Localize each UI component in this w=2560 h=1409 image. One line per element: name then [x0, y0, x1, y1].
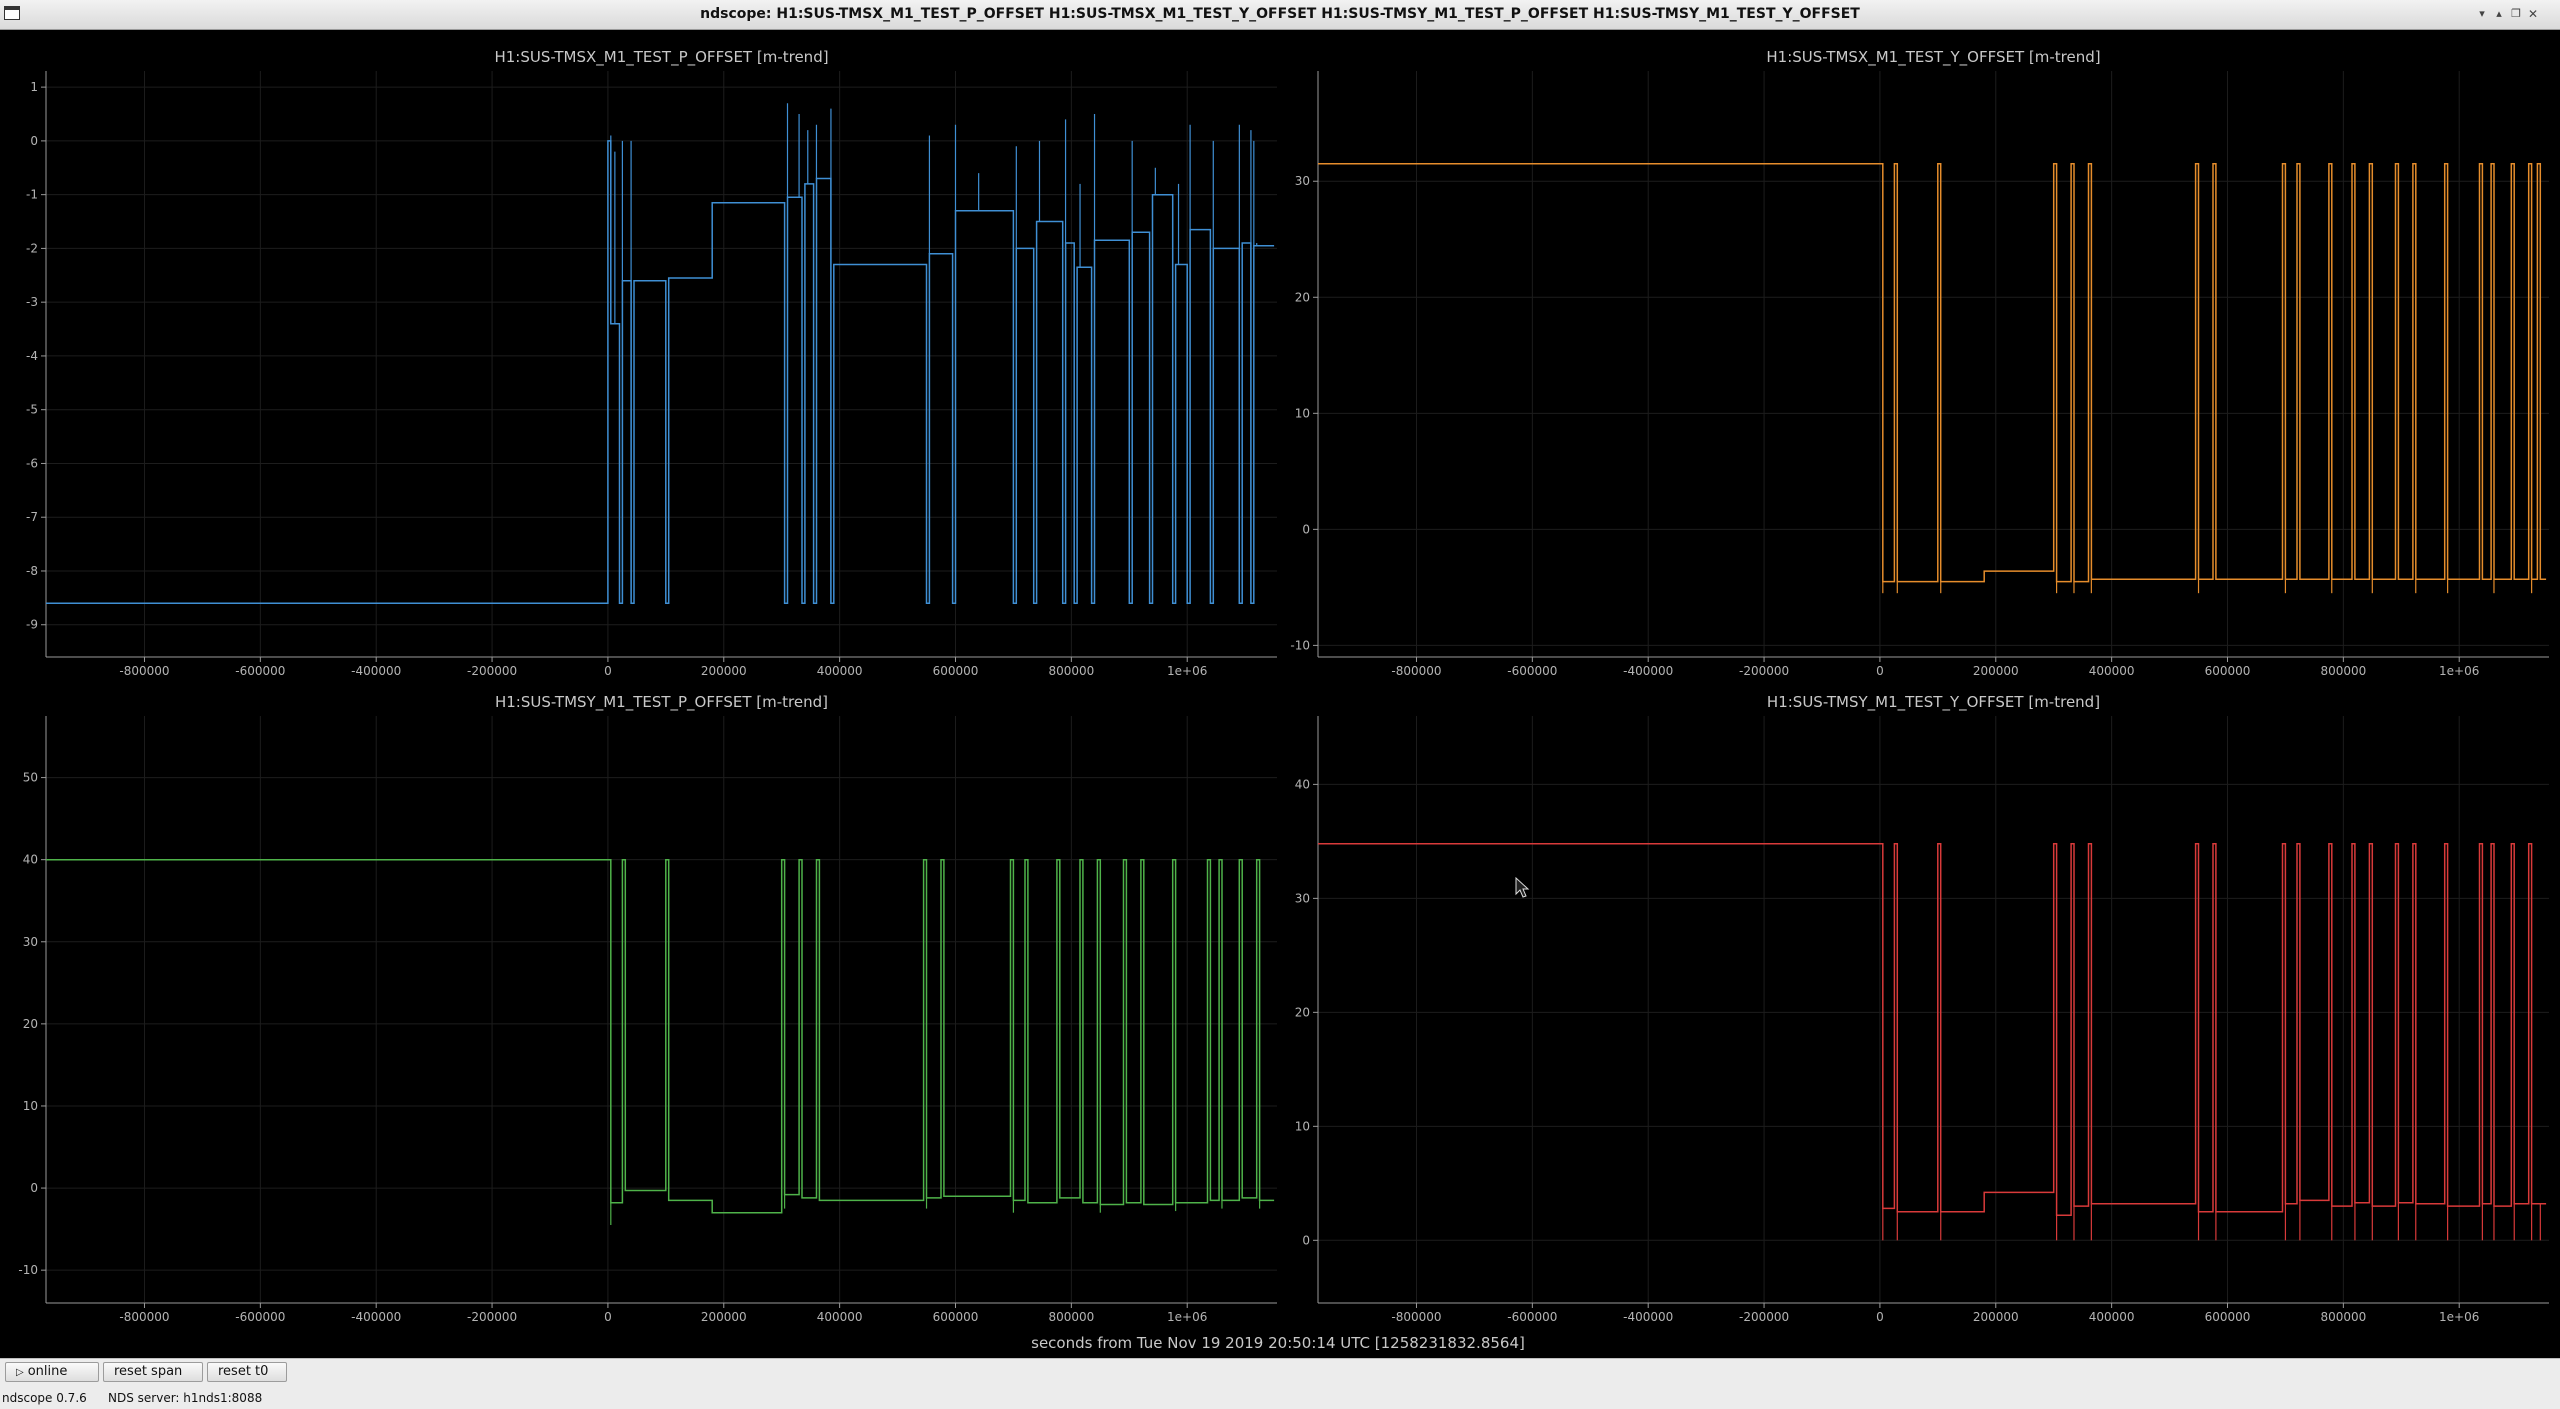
y-tick-label: -10	[1290, 638, 1310, 652]
x-axis-caption: seconds from Tue Nov 19 2019 20:50:14 UT…	[1031, 1334, 1525, 1352]
x-tick-label: 200000	[1973, 1310, 2019, 1324]
x-tick-label: -200000	[467, 1310, 517, 1324]
reset-span-button[interactable]: reset span	[103, 1362, 203, 1382]
y-tick-label: -2	[26, 241, 38, 255]
x-tick-label: -400000	[1623, 664, 1673, 678]
y-tick-label: 0	[30, 1181, 38, 1195]
y-tick-label: -1	[26, 188, 38, 202]
restore-icon[interactable]: ❐	[2509, 7, 2523, 21]
reset-t0-button[interactable]: reset t0	[207, 1362, 287, 1382]
y-tick-label: 20	[1295, 290, 1310, 304]
y-tick-label: 30	[23, 935, 38, 949]
x-tick-label: -600000	[235, 1310, 285, 1324]
x-tick-label: 1e+06	[2439, 664, 2479, 678]
x-tick-label: 800000	[2320, 1310, 2366, 1324]
x-tick-label: 0	[1876, 664, 1884, 678]
series-trace	[1318, 163, 2547, 583]
y-tick-label: 30	[1295, 174, 1310, 188]
x-tick-label: 400000	[2089, 1310, 2135, 1324]
x-tick-label: -400000	[1623, 1310, 1673, 1324]
y-tick-label: -10	[18, 1263, 38, 1277]
window-title: ndscope: H1:SUS-TMSX_M1_TEST_P_OFFSET H1…	[700, 6, 1860, 22]
x-tick-label: -800000	[119, 664, 169, 678]
x-tick-label: 1e+06	[1167, 664, 1207, 678]
online-button-label: online	[27, 1364, 68, 1379]
plot-title: H1:SUS-TMSY_M1_TEST_Y_OFFSET [m-trend]	[1767, 693, 2100, 712]
x-tick-label: -800000	[1391, 664, 1441, 678]
y-tick-label: -3	[26, 295, 38, 309]
y-tick-label: 20	[1295, 1005, 1310, 1019]
series-trace	[1318, 842, 2547, 1216]
plot-tmsy-p-offset[interactable]: H1:SUS-TMSY_M1_TEST_P_OFFSET [m-trend] -8…	[18, 693, 1277, 1324]
y-tick-label: -6	[26, 456, 38, 470]
x-tick-label: 200000	[701, 664, 747, 678]
x-tick-label: 1e+06	[1167, 1310, 1207, 1324]
y-tick-label: 10	[1295, 406, 1310, 420]
x-tick-label: -800000	[1391, 1310, 1441, 1324]
y-tick-label: -7	[26, 510, 38, 524]
x-tick-label: 600000	[933, 1310, 979, 1324]
y-tick-label: 30	[1295, 891, 1310, 905]
window-titlebar[interactable]: ndscope: H1:SUS-TMSX_M1_TEST_P_OFFSET H1…	[0, 0, 2560, 30]
y-tick-label: 1	[30, 80, 38, 94]
x-tick-label: 0	[1876, 1310, 1884, 1324]
x-tick-label: -200000	[467, 664, 517, 678]
y-tick-label: -8	[26, 564, 38, 578]
y-tick-label: 10	[1295, 1119, 1310, 1133]
y-tick-label: 40	[23, 853, 38, 867]
x-tick-label: -400000	[351, 1310, 401, 1324]
y-tick-label: 0	[1302, 1233, 1310, 1247]
x-tick-label: 1e+06	[2439, 1310, 2479, 1324]
x-tick-label: 600000	[2205, 664, 2251, 678]
x-tick-label: 400000	[817, 664, 863, 678]
x-tick-label: -600000	[1507, 1310, 1557, 1324]
close-icon[interactable]: ✕	[2526, 7, 2540, 21]
y-tick-label: 0	[1302, 522, 1310, 536]
plot-tmsy-y-offset[interactable]: H1:SUS-TMSY_M1_TEST_Y_OFFSET [m-trend] -8…	[1295, 693, 2549, 1324]
series-trace	[46, 858, 1275, 1214]
plot-tmsx-p-offset[interactable]: H1:SUS-TMSX_M1_TEST_P_OFFSET [m-trend] -8…	[26, 48, 1277, 678]
x-tick-label: 800000	[2320, 664, 2366, 678]
y-tick-label: -4	[26, 349, 38, 363]
x-tick-label: 0	[604, 1310, 612, 1324]
play-icon: ▷	[16, 1367, 24, 1378]
minimize-icon[interactable]: ▾	[2475, 7, 2489, 21]
y-tick-label: 40	[1295, 777, 1310, 791]
plot-title: H1:SUS-TMSX_M1_TEST_Y_OFFSET [m-trend]	[1766, 48, 2100, 67]
plot-title: H1:SUS-TMSY_M1_TEST_P_OFFSET [m-trend]	[495, 693, 828, 712]
plot-tmsx-y-offset[interactable]: H1:SUS-TMSX_M1_TEST_Y_OFFSET [m-trend] -8…	[1290, 48, 2549, 678]
x-tick-label: 200000	[1973, 664, 2019, 678]
x-tick-label: 600000	[933, 664, 979, 678]
maximize-icon[interactable]: ▴	[2492, 7, 2506, 21]
x-tick-label: -200000	[1739, 664, 1789, 678]
version-label: ndscope 0.7.6	[2, 1391, 87, 1405]
y-tick-label: -9	[26, 618, 38, 632]
mouse-pointer-icon	[1515, 877, 1530, 898]
x-tick-label: 400000	[817, 1310, 863, 1324]
x-tick-label: -400000	[351, 664, 401, 678]
x-tick-label: -800000	[119, 1310, 169, 1324]
y-tick-label: 20	[23, 1017, 38, 1031]
x-tick-label: 200000	[701, 1310, 747, 1324]
online-button[interactable]: ▷ online	[5, 1362, 99, 1382]
x-tick-label: -200000	[1739, 1310, 1789, 1324]
x-tick-label: 800000	[1048, 664, 1094, 678]
nds-server-label: NDS server: h1nds1:8088	[108, 1391, 263, 1405]
x-tick-label: 600000	[2205, 1310, 2251, 1324]
x-tick-label: -600000	[235, 664, 285, 678]
x-tick-label: 0	[604, 664, 612, 678]
y-tick-label: 50	[23, 771, 38, 785]
plot-title: H1:SUS-TMSX_M1_TEST_P_OFFSET [m-trend]	[494, 48, 828, 67]
y-tick-label: -5	[26, 403, 38, 417]
x-tick-label: 400000	[2089, 664, 2135, 678]
y-tick-label: 10	[23, 1099, 38, 1113]
x-tick-label: -600000	[1507, 664, 1557, 678]
y-tick-label: 0	[30, 134, 38, 148]
bottom-panel: ▷ online reset span reset t0 ndscope 0.7.…	[0, 1358, 2560, 1409]
series-trace	[46, 140, 1275, 604]
plots-area[interactable]: H1:SUS-TMSX_M1_TEST_P_OFFSET [m-trend] -8…	[0, 30, 2560, 1358]
x-tick-label: 800000	[1048, 1310, 1094, 1324]
